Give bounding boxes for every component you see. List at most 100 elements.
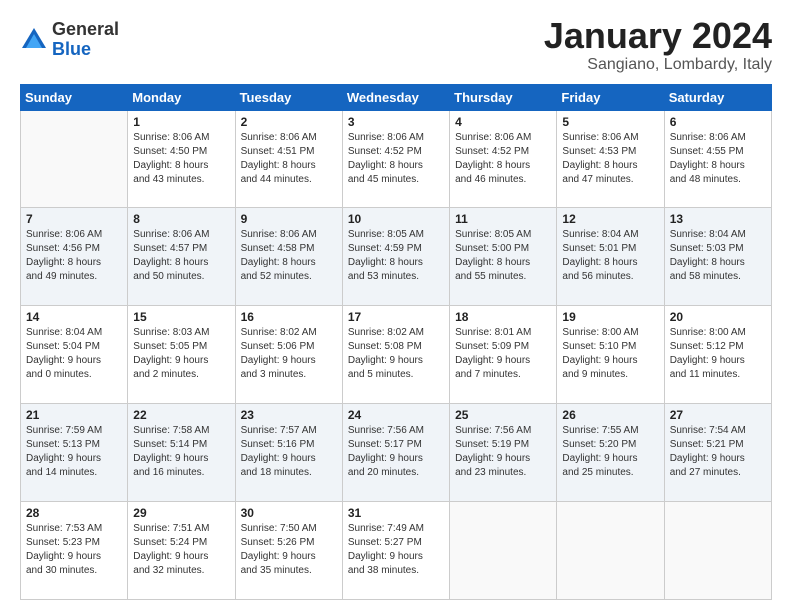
day-info: Sunrise: 8:04 AM Sunset: 5:03 PM Dayligh…: [670, 228, 766, 284]
day-info: Sunrise: 8:03 AM Sunset: 5:05 PM Dayligh…: [133, 326, 229, 382]
weekday-header-wednesday: Wednesday: [342, 84, 449, 110]
weekday-header-monday: Monday: [128, 84, 235, 110]
location: Sangiano, Lombardy, Italy: [544, 56, 772, 74]
calendar-day-cell: 1 Sunrise: 8:06 AM Sunset: 4:50 PM Daylig…: [128, 110, 235, 208]
calendar-day-cell: 19 Sunrise: 8:00 AM Sunset: 5:10 PM Dayli…: [557, 306, 664, 404]
calendar-week-row: 14Sunrise: 8:04 AM Sunset: 5:04 PM Dayli…: [21, 306, 772, 404]
day-number: 13: [670, 212, 766, 226]
day-info: Sunrise: 7:56 AM Sunset: 5:19 PM Dayligh…: [455, 424, 551, 480]
day-info: Sunrise: 8:01 AM Sunset: 5:09 PM Dayligh…: [455, 326, 551, 382]
day-info: Sunrise: 8:05 AM Sunset: 4:59 PM Dayligh…: [348, 228, 444, 284]
day-info: Sunrise: 8:05 AM Sunset: 5:00 PM Dayligh…: [455, 228, 551, 284]
calendar-day-cell: 20Sunrise: 8:00 AM Sunset: 5:12 PM Dayli…: [664, 306, 771, 404]
day-number: 7: [26, 212, 122, 226]
day-number: 11: [455, 212, 551, 226]
day-info: Sunrise: 7:59 AM Sunset: 5:13 PM Dayligh…: [26, 424, 122, 480]
day-info: Sunrise: 7:51 AM Sunset: 5:24 PM Dayligh…: [133, 522, 229, 578]
calendar-week-row: 7 Sunrise: 8:06 AM Sunset: 4:56 PM Daylig…: [21, 208, 772, 306]
day-number: 17: [348, 310, 444, 324]
day-number: 1: [133, 115, 229, 129]
day-number: 25: [455, 408, 551, 422]
calendar-day-cell: 3Sunrise: 8:06 AM Sunset: 4:52 PM Daylig…: [342, 110, 449, 208]
logo-icon: [20, 26, 48, 54]
calendar-table: SundayMondayTuesdayWednesdayThursdayFrid…: [20, 84, 772, 600]
calendar-day-cell: 29Sunrise: 7:51 AM Sunset: 5:24 PM Dayli…: [128, 502, 235, 600]
title-block: January 2024 Sangiano, Lombardy, Italy: [544, 16, 772, 74]
header: General Blue January 2024 Sangiano, Lomb…: [20, 16, 772, 74]
logo-general: General: [52, 20, 119, 40]
day-info: Sunrise: 7:55 AM Sunset: 5:20 PM Dayligh…: [562, 424, 658, 480]
calendar-day-cell: 10 Sunrise: 8:05 AM Sunset: 4:59 PM Dayli…: [342, 208, 449, 306]
calendar-day-cell: 17 Sunrise: 8:02 AM Sunset: 5:08 PM Dayli…: [342, 306, 449, 404]
day-number: 14: [26, 310, 122, 324]
weekday-header-friday: Friday: [557, 84, 664, 110]
day-info: Sunrise: 8:00 AM Sunset: 5:10 PM Dayligh…: [562, 326, 658, 382]
day-number: 15: [133, 310, 229, 324]
day-info: Sunrise: 8:06 AM Sunset: 4:53 PM Dayligh…: [562, 131, 658, 187]
calendar-day-cell: 18 Sunrise: 8:01 AM Sunset: 5:09 PM Dayli…: [450, 306, 557, 404]
day-info: Sunrise: 8:06 AM Sunset: 4:52 PM Dayligh…: [348, 131, 444, 187]
day-info: Sunrise: 7:57 AM Sunset: 5:16 PM Dayligh…: [241, 424, 337, 480]
day-number: 23: [241, 408, 337, 422]
weekday-header-sunday: Sunday: [21, 84, 128, 110]
calendar-week-row: 21 Sunrise: 7:59 AM Sunset: 5:13 PM Dayli…: [21, 404, 772, 502]
calendar-day-cell: 23 Sunrise: 7:57 AM Sunset: 5:16 PM Dayli…: [235, 404, 342, 502]
day-info: Sunrise: 7:58 AM Sunset: 5:14 PM Dayligh…: [133, 424, 229, 480]
calendar-day-cell: 24Sunrise: 7:56 AM Sunset: 5:17 PM Dayli…: [342, 404, 449, 502]
calendar-day-cell: [450, 502, 557, 600]
calendar-body: 1 Sunrise: 8:06 AM Sunset: 4:50 PM Daylig…: [21, 110, 772, 599]
day-number: 18: [455, 310, 551, 324]
day-number: 26: [562, 408, 658, 422]
calendar-day-cell: 31Sunrise: 7:49 AM Sunset: 5:27 PM Dayli…: [342, 502, 449, 600]
day-number: 5: [562, 115, 658, 129]
calendar-day-cell: [664, 502, 771, 600]
day-number: 6: [670, 115, 766, 129]
day-number: 22: [133, 408, 229, 422]
calendar-week-row: 28Sunrise: 7:53 AM Sunset: 5:23 PM Dayli…: [21, 502, 772, 600]
day-number: 19: [562, 310, 658, 324]
day-number: 21: [26, 408, 122, 422]
calendar-day-cell: 27 Sunrise: 7:54 AM Sunset: 5:21 PM Dayli…: [664, 404, 771, 502]
day-info: Sunrise: 8:02 AM Sunset: 5:06 PM Dayligh…: [241, 326, 337, 382]
day-info: Sunrise: 7:53 AM Sunset: 5:23 PM Dayligh…: [26, 522, 122, 578]
logo: General Blue: [20, 20, 119, 60]
calendar-day-cell: 11 Sunrise: 8:05 AM Sunset: 5:00 PM Dayli…: [450, 208, 557, 306]
calendar-day-cell: 12Sunrise: 8:04 AM Sunset: 5:01 PM Dayli…: [557, 208, 664, 306]
calendar-day-cell: 6 Sunrise: 8:06 AM Sunset: 4:55 PM Daylig…: [664, 110, 771, 208]
day-number: 30: [241, 506, 337, 520]
day-info: Sunrise: 8:02 AM Sunset: 5:08 PM Dayligh…: [348, 326, 444, 382]
day-info: Sunrise: 8:06 AM Sunset: 4:50 PM Dayligh…: [133, 131, 229, 187]
day-info: Sunrise: 8:06 AM Sunset: 4:58 PM Dayligh…: [241, 228, 337, 284]
weekday-header-tuesday: Tuesday: [235, 84, 342, 110]
logo-blue: Blue: [52, 40, 119, 60]
calendar-day-cell: 16Sunrise: 8:02 AM Sunset: 5:06 PM Dayli…: [235, 306, 342, 404]
day-info: Sunrise: 8:06 AM Sunset: 4:52 PM Dayligh…: [455, 131, 551, 187]
calendar-day-cell: [21, 110, 128, 208]
page: General Blue January 2024 Sangiano, Lomb…: [0, 0, 792, 612]
calendar-day-cell: 26 Sunrise: 7:55 AM Sunset: 5:20 PM Dayli…: [557, 404, 664, 502]
day-number: 2: [241, 115, 337, 129]
calendar-day-cell: 13 Sunrise: 8:04 AM Sunset: 5:03 PM Dayli…: [664, 208, 771, 306]
day-info: Sunrise: 7:54 AM Sunset: 5:21 PM Dayligh…: [670, 424, 766, 480]
day-info: Sunrise: 7:56 AM Sunset: 5:17 PM Dayligh…: [348, 424, 444, 480]
weekday-header-saturday: Saturday: [664, 84, 771, 110]
day-info: Sunrise: 8:06 AM Sunset: 4:55 PM Dayligh…: [670, 131, 766, 187]
day-info: Sunrise: 8:06 AM Sunset: 4:56 PM Dayligh…: [26, 228, 122, 284]
calendar-day-cell: 25 Sunrise: 7:56 AM Sunset: 5:19 PM Dayli…: [450, 404, 557, 502]
calendar-day-cell: 21 Sunrise: 7:59 AM Sunset: 5:13 PM Dayli…: [21, 404, 128, 502]
day-info: Sunrise: 8:00 AM Sunset: 5:12 PM Dayligh…: [670, 326, 766, 382]
calendar-day-cell: 30 Sunrise: 7:50 AM Sunset: 5:26 PM Dayli…: [235, 502, 342, 600]
day-info: Sunrise: 8:06 AM Sunset: 4:51 PM Dayligh…: [241, 131, 337, 187]
calendar-day-cell: 15 Sunrise: 8:03 AM Sunset: 5:05 PM Dayli…: [128, 306, 235, 404]
day-info: Sunrise: 7:49 AM Sunset: 5:27 PM Dayligh…: [348, 522, 444, 578]
day-number: 8: [133, 212, 229, 226]
month-title: January 2024: [544, 16, 772, 56]
day-number: 10: [348, 212, 444, 226]
calendar-week-row: 1 Sunrise: 8:06 AM Sunset: 4:50 PM Daylig…: [21, 110, 772, 208]
day-number: 27: [670, 408, 766, 422]
day-info: Sunrise: 7:50 AM Sunset: 5:26 PM Dayligh…: [241, 522, 337, 578]
calendar-day-cell: 5 Sunrise: 8:06 AM Sunset: 4:53 PM Daylig…: [557, 110, 664, 208]
calendar-day-cell: 7 Sunrise: 8:06 AM Sunset: 4:56 PM Daylig…: [21, 208, 128, 306]
weekday-row: SundayMondayTuesdayWednesdayThursdayFrid…: [21, 84, 772, 110]
day-info: Sunrise: 8:06 AM Sunset: 4:57 PM Dayligh…: [133, 228, 229, 284]
